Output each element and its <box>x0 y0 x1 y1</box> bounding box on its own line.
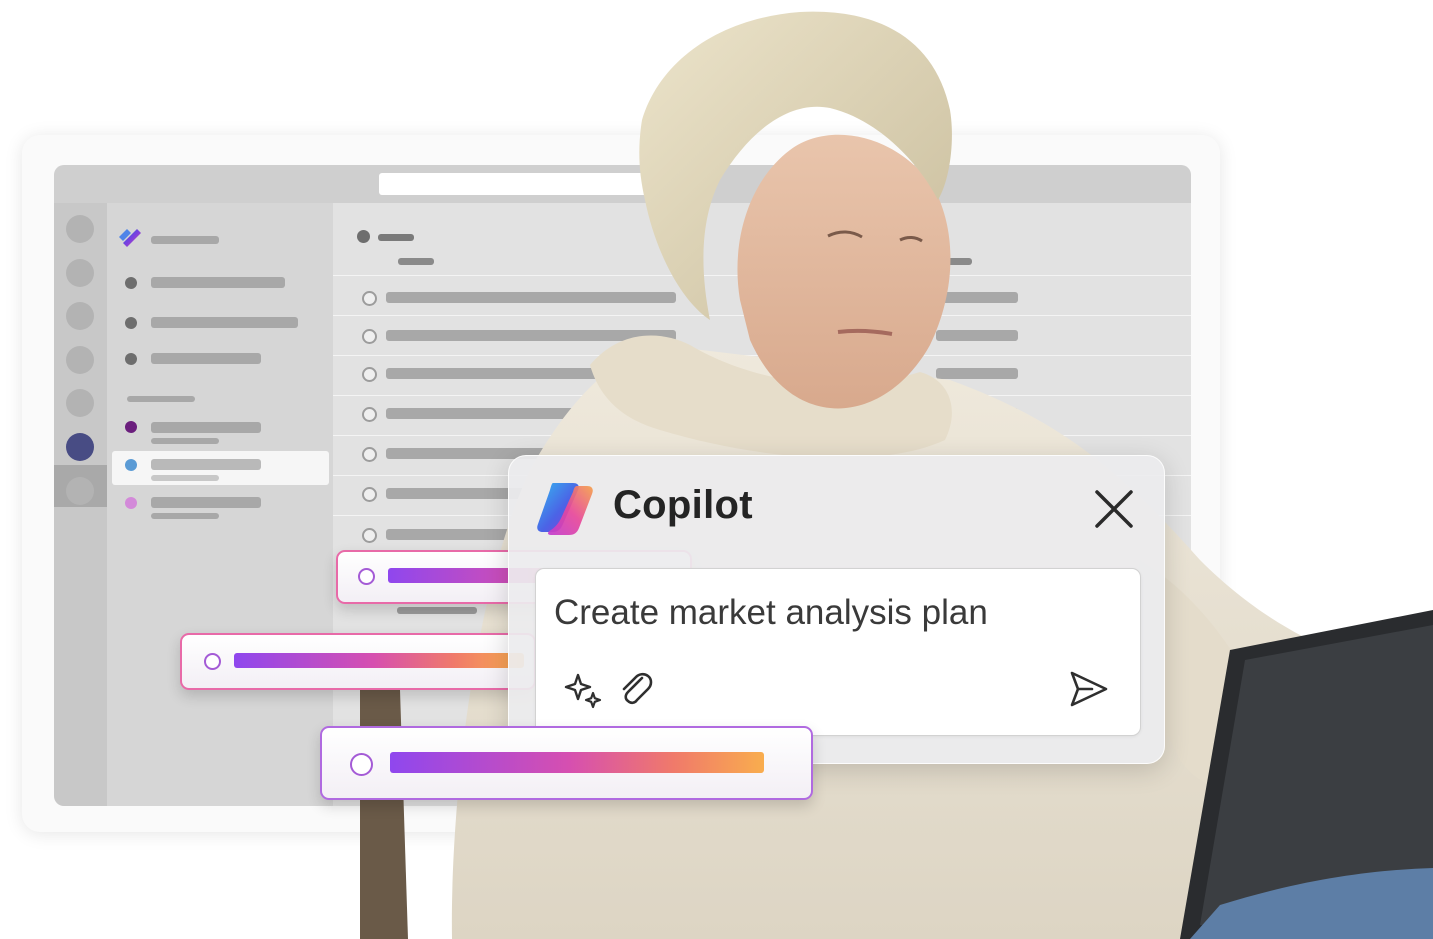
rail-item[interactable] <box>66 302 94 330</box>
nav-title-placeholder <box>151 236 219 244</box>
navigation-pane <box>107 203 333 806</box>
copilot-title: Copilot <box>613 483 753 527</box>
nav-item[interactable] <box>151 422 261 433</box>
nav-bullet <box>125 459 137 471</box>
nav-section-header <box>127 396 195 402</box>
copilot-panel: Copilot Create market analysis plan <box>508 455 1165 764</box>
nav-item[interactable] <box>151 317 298 328</box>
paperclip-icon[interactable] <box>616 669 656 709</box>
task-progress-bar <box>390 752 764 773</box>
app-rail <box>54 203 107 806</box>
task-checkbox[interactable] <box>350 753 373 776</box>
prompt-input[interactable]: Create market analysis plan <box>535 568 1141 736</box>
nav-bullet <box>125 353 137 365</box>
nav-item[interactable] <box>151 353 261 364</box>
rail-item[interactable] <box>66 389 94 417</box>
ai-task-suggestion[interactable] <box>320 726 813 800</box>
prompt-text[interactable]: Create market analysis plan <box>554 593 988 633</box>
rail-item[interactable] <box>66 477 94 505</box>
nav-item-sub <box>151 438 219 444</box>
task-checkbox[interactable] <box>204 653 221 670</box>
nav-item-sub <box>151 513 219 519</box>
nav-bullet <box>125 317 137 329</box>
task-progress-bar <box>234 653 524 668</box>
nav-item[interactable] <box>151 497 261 508</box>
nav-item-sub <box>151 475 219 481</box>
planner-logo-icon <box>119 229 141 247</box>
close-icon[interactable] <box>1089 484 1139 534</box>
nav-item[interactable] <box>151 459 261 470</box>
rail-item[interactable] <box>66 259 94 287</box>
nav-item[interactable] <box>151 277 285 288</box>
nav-bullet <box>125 421 137 433</box>
copilot-logo-icon <box>537 483 593 535</box>
ai-task-suggestion[interactable] <box>180 633 536 690</box>
nav-bullet <box>125 277 137 289</box>
nav-bullet <box>125 497 137 509</box>
task-checkbox[interactable] <box>358 568 375 585</box>
rail-item[interactable] <box>66 215 94 243</box>
sparkle-icon[interactable] <box>564 669 604 709</box>
send-icon[interactable] <box>1066 667 1110 711</box>
rail-item[interactable] <box>66 346 94 374</box>
rail-item-active[interactable] <box>66 433 94 461</box>
